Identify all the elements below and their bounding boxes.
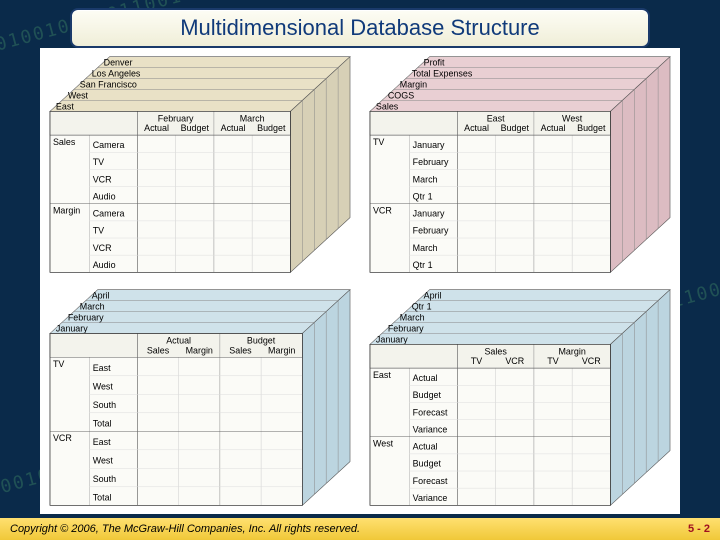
page-title: Multidimensional Database Structure	[70, 8, 650, 48]
svg-text:East: East	[487, 113, 505, 123]
svg-text:West: West	[373, 439, 394, 449]
svg-text:South: South	[93, 474, 116, 484]
footer-bar: Copyright © 2006, The McGraw-Hill Compan…	[0, 518, 720, 540]
svg-text:Actual: Actual	[413, 442, 438, 452]
svg-text:Budget: Budget	[181, 123, 210, 133]
svg-text:TV: TV	[93, 157, 104, 167]
svg-text:March: March	[413, 174, 438, 184]
svg-text:TV: TV	[53, 359, 64, 369]
copyright-text: Copyright © 2006, The McGraw-Hill Compan…	[10, 523, 360, 535]
cube-bottom-right: AprilQtr 1MarchFebruaryJanuarySalesTVVCR…	[360, 281, 680, 514]
svg-text:Audio: Audio	[93, 260, 116, 270]
svg-text:Margin: Margin	[268, 345, 295, 355]
cube-top-left: DenverLos AngelesSan FranciscoWestEast Fe…	[40, 48, 360, 281]
cube-bottom-left: AprilMarchFebruaryJanuaryActualSalesMarg…	[40, 281, 360, 514]
svg-text:VCR: VCR	[93, 243, 112, 253]
diagram-canvas: DenverLos AngelesSan FranciscoWestEastFe…	[40, 48, 680, 514]
svg-text:Denver: Denver	[104, 58, 133, 68]
svg-text:Actual: Actual	[464, 123, 489, 133]
svg-text:Camera: Camera	[93, 140, 125, 150]
svg-text:February: February	[413, 157, 449, 167]
svg-text:Budget: Budget	[257, 123, 286, 133]
svg-text:Margin: Margin	[400, 80, 427, 90]
svg-text:February: February	[68, 313, 104, 323]
svg-text:Sales: Sales	[229, 345, 252, 355]
svg-text:February: February	[158, 113, 194, 123]
svg-text:January: January	[56, 323, 88, 333]
svg-text:January: January	[413, 140, 445, 150]
svg-text:San Francisco: San Francisco	[80, 80, 137, 90]
svg-text:Budget: Budget	[413, 459, 442, 469]
svg-text:VCR: VCR	[93, 174, 112, 184]
cube-svg: AprilQtr 1MarchFebruaryJanuarySalesTVVCR…	[366, 285, 674, 510]
svg-text:February: February	[413, 226, 449, 236]
svg-text:West: West	[68, 90, 89, 100]
svg-text:Budget: Budget	[247, 335, 276, 345]
svg-text:Camera: Camera	[93, 209, 125, 219]
svg-text:East: East	[93, 363, 111, 373]
svg-text:Margin: Margin	[186, 345, 213, 355]
cube-svg: AprilMarchFebruaryJanuaryActualSalesMarg…	[46, 285, 354, 510]
cube-top-right: ProfitTotal ExpensesMarginCOGSSalesEastA…	[360, 48, 680, 281]
svg-text:TV: TV	[471, 356, 482, 366]
svg-text:East: East	[56, 101, 74, 111]
svg-text:Forecast: Forecast	[413, 407, 448, 417]
svg-text:Total Expenses: Total Expenses	[412, 69, 473, 79]
svg-text:Actual: Actual	[144, 123, 169, 133]
svg-text:Margin: Margin	[53, 206, 80, 216]
svg-text:Audio: Audio	[93, 191, 116, 201]
svg-text:VCR: VCR	[373, 206, 392, 216]
svg-text:TV: TV	[93, 226, 104, 236]
svg-text:March: March	[413, 243, 438, 253]
svg-text:April: April	[424, 291, 442, 301]
svg-text:West: West	[93, 382, 114, 392]
svg-text:VCR: VCR	[582, 356, 601, 366]
svg-text:Sales: Sales	[376, 101, 399, 111]
svg-text:Budget: Budget	[501, 123, 530, 133]
svg-text:East: East	[93, 437, 111, 447]
svg-text:Qtr 1: Qtr 1	[413, 260, 433, 270]
svg-text:Total: Total	[93, 419, 112, 429]
svg-text:Variance: Variance	[413, 424, 448, 434]
svg-text:VCR: VCR	[505, 356, 524, 366]
svg-text:April: April	[92, 291, 110, 301]
svg-text:Qtr 1: Qtr 1	[412, 302, 432, 312]
svg-text:Budget: Budget	[413, 390, 442, 400]
svg-text:Profit: Profit	[424, 58, 445, 68]
svg-text:West: West	[93, 456, 114, 466]
svg-text:Variance: Variance	[413, 493, 448, 503]
svg-text:Budget: Budget	[577, 123, 606, 133]
svg-text:March: March	[400, 313, 425, 323]
svg-text:March: March	[80, 302, 105, 312]
svg-text:Forecast: Forecast	[413, 476, 448, 486]
svg-text:TV: TV	[373, 137, 384, 147]
svg-text:Los Angeles: Los Angeles	[92, 69, 141, 79]
svg-text:Qtr 1: Qtr 1	[413, 191, 433, 201]
cube-svg: DenverLos AngelesSan FranciscoWestEast Fe…	[46, 52, 354, 277]
svg-text:February: February	[388, 323, 424, 333]
svg-text:Total: Total	[93, 493, 112, 503]
svg-text:January: January	[376, 334, 408, 344]
svg-text:South: South	[93, 400, 116, 410]
svg-text:Actual: Actual	[221, 123, 246, 133]
svg-text:Actual: Actual	[541, 123, 566, 133]
svg-text:March: March	[240, 113, 265, 123]
svg-text:East: East	[373, 370, 391, 380]
cube-svg: ProfitTotal ExpensesMarginCOGSSalesEastA…	[366, 52, 674, 277]
page-number: 5 - 2	[688, 523, 710, 535]
svg-text:West: West	[562, 113, 583, 123]
svg-text:Actual: Actual	[166, 335, 191, 345]
svg-text:January: January	[413, 209, 445, 219]
svg-text:Sales: Sales	[53, 137, 76, 147]
svg-text:Sales: Sales	[484, 346, 507, 356]
svg-text:Margin: Margin	[558, 346, 585, 356]
svg-text:TV: TV	[547, 356, 558, 366]
svg-text:Sales: Sales	[147, 345, 170, 355]
svg-text:COGS: COGS	[388, 90, 414, 100]
svg-text:Actual: Actual	[413, 373, 438, 383]
svg-text:VCR: VCR	[53, 433, 72, 443]
